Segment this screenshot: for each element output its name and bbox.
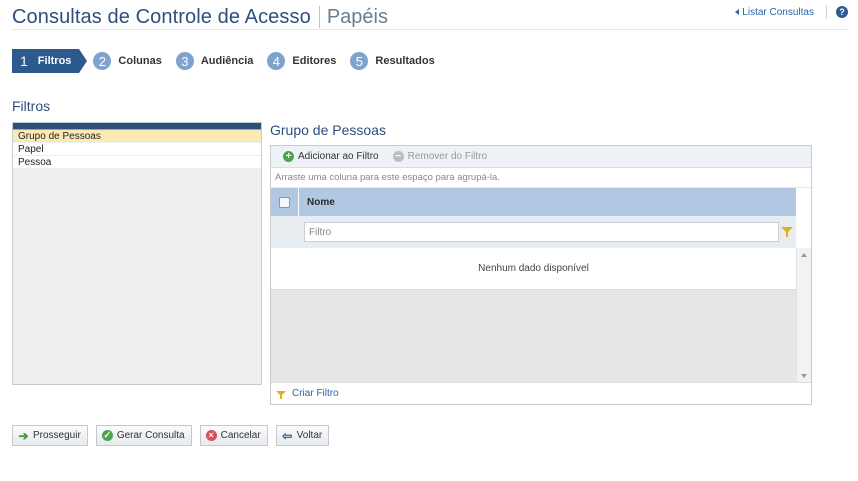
step-number: 4 [267,52,286,70]
step-number: 1 [20,53,28,69]
step-colunas[interactable]: 2 Colunas [93,49,162,73]
list-header-bar [13,123,261,130]
cancel-label: Cancelar [220,430,261,441]
proceed-label: Prosseguir [33,430,81,441]
plus-icon: + [283,151,294,162]
step-number: 2 [93,52,112,70]
grid-footer: Criar Filtro [271,382,811,404]
add-to-filter-button[interactable]: + Adicionar ao Filtro [283,151,379,162]
title-divider [318,6,320,28]
step-label: Filtros [37,55,72,67]
header-actions: Listar Consultas ? [735,5,848,19]
proceed-button[interactable]: ➔ Prosseguir [12,425,88,446]
arrow-right-icon: ➔ [18,428,29,443]
scroll-up-icon[interactable] [801,253,807,257]
name-filter-input[interactable] [304,222,779,242]
page-subtitle: Papéis [326,5,388,28]
caret-left-icon [735,9,740,15]
list-item-grupo-de-pessoas[interactable]: Grupo de Pessoas [13,130,261,143]
step-label: Editores [292,55,337,67]
group-panel-title: Grupo de Pessoas [270,122,386,138]
list-queries-link[interactable]: Listar Consultas [735,7,814,18]
list-item-pessoa[interactable]: Pessoa [13,156,261,169]
minus-icon: − [392,151,404,162]
remove-from-filter-button[interactable]: − Remover do Filtro [392,151,488,162]
no-data-message: Nenhum dado disponível [271,248,796,290]
filter-type-list: Grupo de Pessoas Papel Pessoa [12,122,262,385]
header-divider [12,29,848,30]
grid-filter-row [271,216,796,248]
create-filter-link[interactable]: Criar Filtro [292,388,339,399]
add-to-filter-label: Adicionar ao Filtro [298,151,379,162]
step-resultados[interactable]: 5 Resultados [350,49,435,73]
check-icon: ✓ [101,430,113,441]
help-icon[interactable]: ? [836,6,848,18]
header-actions-divider [826,5,827,19]
step-audiencia[interactable]: 3 Audiência [175,49,254,73]
step-number: 3 [175,52,194,70]
step-editores[interactable]: 4 Editores [267,49,336,73]
page-header: Consultas de Controle de Acesso Papéis [12,4,388,30]
step-filtros[interactable]: 1 Filtros [12,49,88,73]
filter-funnel-icon [276,391,286,399]
page-title: Consultas de Controle de Acesso [12,5,311,28]
list-queries-label: Listar Consultas [742,6,814,18]
step-label: Audiência [200,55,254,67]
remove-from-filter-label: Remover do Filtro [407,151,488,162]
arrow-left-icon: ⇦ [282,428,293,443]
wizard-steps: 1 Filtros 2 Colunas 3 Audiência 4 Editor… [12,49,449,73]
action-buttons: ➔ Prosseguir ✓ Gerar Consulta × Cancelar… [12,425,337,446]
select-all-cell [271,188,299,216]
cancel-button[interactable]: × Cancelar [199,425,268,446]
generate-query-label: Gerar Consulta [116,430,185,441]
step-label: Resultados [375,55,435,67]
back-button[interactable]: ⇦ Voltar [275,425,330,446]
grid-vertical-scrollbar[interactable] [796,248,811,383]
column-header-nome[interactable]: Nome [299,197,335,208]
filters-section-title: Filtros [12,98,51,114]
people-group-grid: + Adicionar ao Filtro − Remover do Filtr… [270,145,812,405]
close-icon: × [205,430,217,441]
step-number: 5 [350,52,369,70]
grid-body: Nenhum dado disponível [271,248,796,383]
step-label: Colunas [118,55,162,67]
grid-column-header: Nome [271,188,796,216]
filter-funnel-icon[interactable] [781,227,793,237]
group-drop-area[interactable]: Arraste uma coluna para este espaço para… [271,168,811,188]
list-item-papel[interactable]: Papel [13,143,261,156]
back-label: Voltar [296,430,323,441]
scroll-down-icon[interactable] [801,374,807,378]
grid-toolbar: + Adicionar ao Filtro − Remover do Filtr… [271,146,811,168]
select-all-checkbox[interactable] [279,196,290,208]
generate-query-button[interactable]: ✓ Gerar Consulta [95,425,192,446]
